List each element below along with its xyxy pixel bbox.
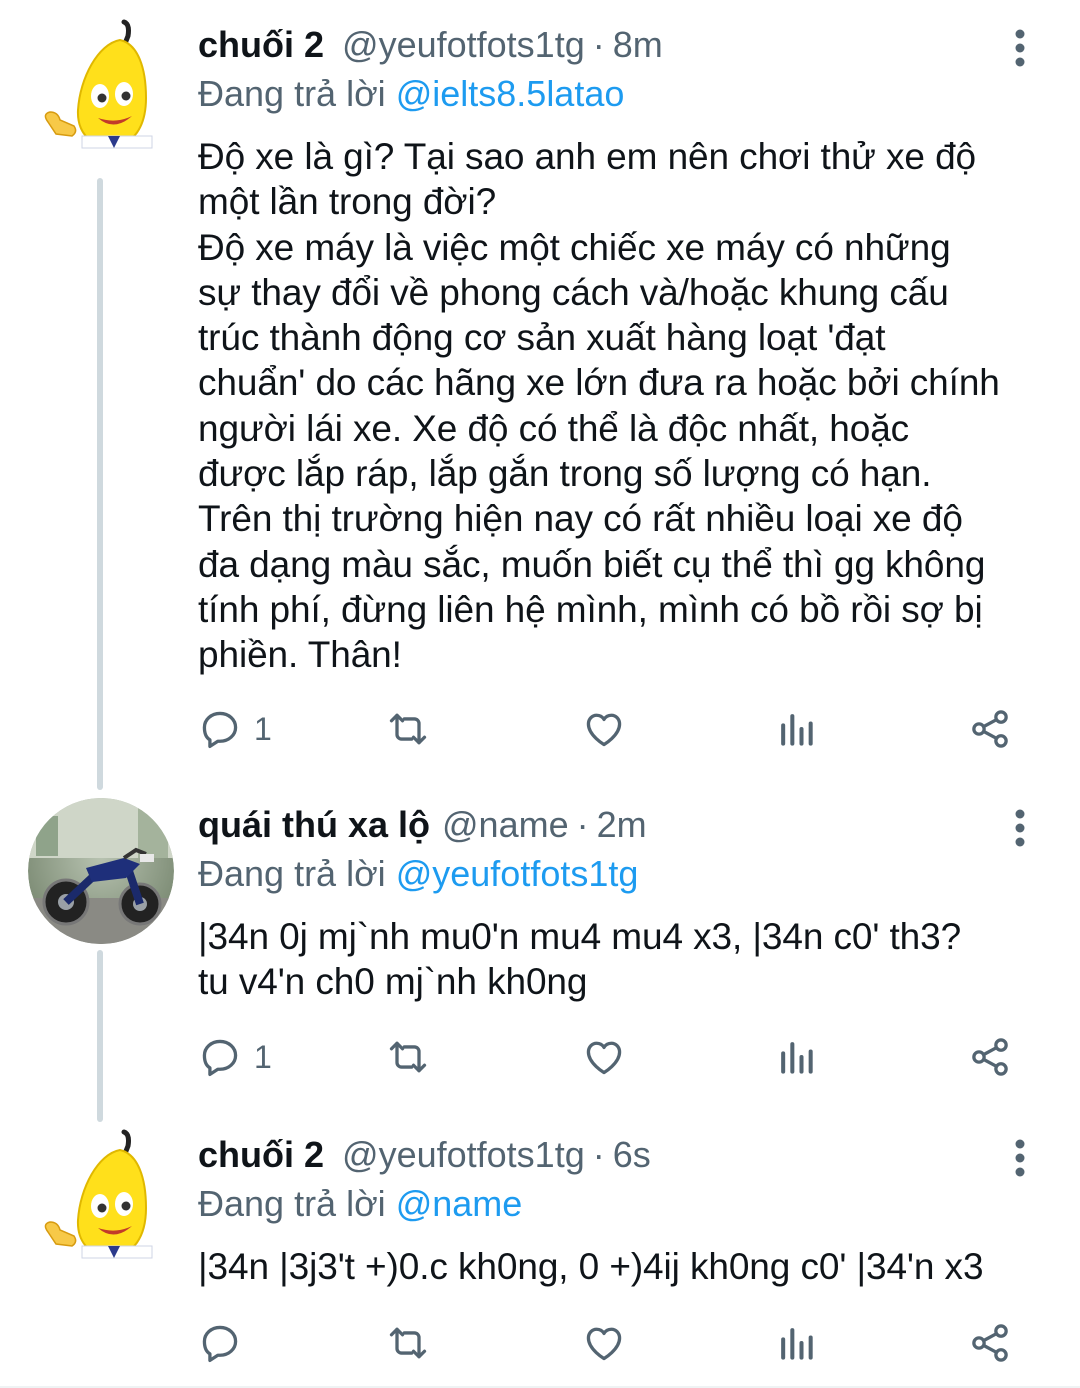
- tweet[interactable]: chuối 2 @yeufotfots1tg · 6s Đang trả lời…: [0, 1128, 1080, 1378]
- replying-label: Đang trả lời: [198, 1183, 386, 1224]
- share-button[interactable]: [968, 1318, 1012, 1368]
- tweet-content: chuối 2 @yeufotfots1tg · 8m Đang trả lời…: [198, 24, 1040, 678]
- banana-avatar-icon: [44, 19, 153, 149]
- timestamp[interactable]: 2m: [597, 804, 647, 846]
- retweet-icon: [389, 713, 427, 745]
- analytics-icon: [781, 714, 813, 746]
- reply-count: 1: [254, 710, 272, 747]
- more-vertical-icon[interactable]: [1000, 28, 1040, 68]
- tweet-header: quái thú xa lộ @name · 2m: [198, 804, 1040, 850]
- tweet-text: |34n |3j3't +)0.c kh0ng, 0 +)4ij kh0ng c…: [198, 1246, 984, 1287]
- heart-icon: [586, 713, 622, 747]
- share-icon: [972, 1324, 1008, 1362]
- share-icon: [972, 710, 1008, 748]
- replying-label: Đang trả lời: [198, 73, 386, 114]
- retweet-button[interactable]: [386, 1032, 430, 1082]
- tweet-text: |34n 0j mj`nh mu0'n mu4 mu4 x3, |34n c0'…: [198, 916, 962, 1003]
- share-button[interactable]: [968, 704, 1012, 754]
- avatar[interactable]: [28, 18, 174, 164]
- tweet-text: Độ xe là gì? Tại sao anh em nên chơi thử…: [198, 136, 1000, 676]
- replying-label: Đang trả lời: [198, 853, 386, 894]
- motorbike-photo-avatar: [28, 798, 174, 944]
- separator-dot: ·: [592, 1134, 605, 1175]
- analytics-icon: [781, 1042, 813, 1074]
- user-handle[interactable]: @yeufotfots1tg: [342, 1134, 585, 1176]
- tweet-actions: 1: [198, 704, 1018, 754]
- mention-link[interactable]: @yeufotfots1tg: [396, 853, 639, 894]
- timestamp[interactable]: 8m: [613, 24, 663, 66]
- tweet[interactable]: chuối 2 @yeufotfots1tg · 8m Đang trả lời…: [0, 18, 1080, 778]
- display-name[interactable]: quái thú xa lộ: [198, 804, 430, 846]
- share-button[interactable]: [968, 1032, 1012, 1082]
- mention-link[interactable]: @name: [396, 1183, 523, 1224]
- more-vertical-icon[interactable]: [1000, 1138, 1040, 1178]
- share-icon: [972, 1038, 1008, 1076]
- tweet[interactable]: quái thú xa lộ @name · 2m Đang trả lời @…: [0, 798, 1080, 1098]
- reply-button[interactable]: [198, 1318, 254, 1368]
- analytics-button[interactable]: [774, 704, 818, 754]
- comment-icon: [202, 1325, 238, 1363]
- like-button[interactable]: [582, 704, 626, 754]
- like-button[interactable]: [582, 1032, 626, 1082]
- user-handle[interactable]: @name: [442, 804, 569, 846]
- banana-avatar-icon: [44, 1129, 153, 1259]
- separator-dot: ·: [576, 804, 589, 845]
- tweet-header: chuối 2 @yeufotfots1tg · 6s: [198, 1134, 1040, 1180]
- separator-dot: ·: [592, 24, 605, 65]
- tweet-content: quái thú xa lộ @name · 2m Đang trả lời @…: [198, 804, 1040, 1005]
- comment-icon: [202, 711, 238, 749]
- comment-icon: [202, 1039, 238, 1077]
- analytics-icon: [781, 1328, 813, 1360]
- mention-link[interactable]: @ielts8.5latao: [396, 73, 625, 114]
- user-handle[interactable]: @yeufotfots1tg: [342, 24, 585, 66]
- heart-icon: [586, 1041, 622, 1075]
- reply-count: 1: [254, 1038, 272, 1075]
- display-name[interactable]: chuối 2: [198, 24, 324, 66]
- reply-button[interactable]: 1: [198, 1032, 272, 1082]
- avatar[interactable]: [28, 1128, 174, 1274]
- tweet-content: chuối 2 @yeufotfots1tg · 6s Đang trả lời…: [198, 1134, 1040, 1289]
- like-button[interactable]: [582, 1318, 626, 1368]
- replying-to: Đang trả lời @ielts8.5latao: [198, 70, 1040, 118]
- retweet-button[interactable]: [386, 704, 430, 754]
- tweet-header: chuối 2 @yeufotfots1tg · 8m: [198, 24, 1040, 70]
- more-vertical-icon[interactable]: [1000, 808, 1040, 848]
- retweet-icon: [389, 1327, 427, 1359]
- analytics-button[interactable]: [774, 1032, 818, 1082]
- heart-icon: [586, 1327, 622, 1361]
- timestamp[interactable]: 6s: [613, 1134, 651, 1176]
- retweet-icon: [389, 1041, 427, 1073]
- replying-to: Đang trả lời @name: [198, 1180, 1040, 1228]
- avatar[interactable]: [28, 798, 174, 944]
- tweet-actions: 1: [198, 1032, 1018, 1082]
- display-name[interactable]: chuối 2: [198, 1134, 324, 1176]
- reply-button[interactable]: 1: [198, 704, 272, 754]
- retweet-button[interactable]: [386, 1318, 430, 1368]
- tweet-actions: [198, 1318, 1018, 1368]
- analytics-button[interactable]: [774, 1318, 818, 1368]
- replying-to: Đang trả lời @yeufotfots1tg: [198, 850, 1040, 898]
